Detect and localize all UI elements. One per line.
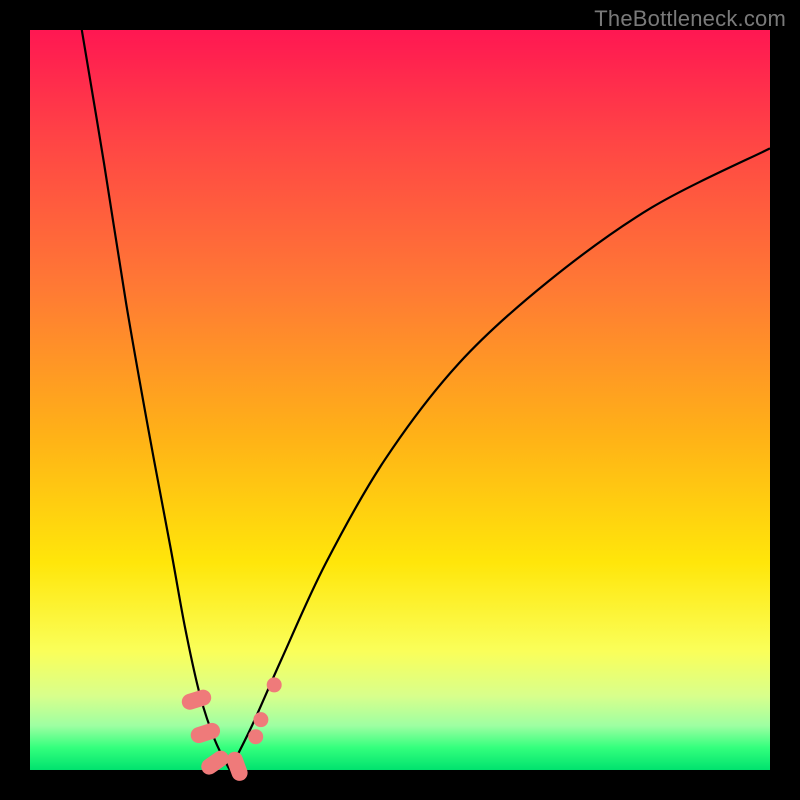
data-point-dot xyxy=(253,712,268,727)
data-point-dot xyxy=(248,729,263,744)
data-point-dot xyxy=(267,677,282,692)
watermark-text: TheBottleneck.com xyxy=(594,6,786,32)
data-point-capsule xyxy=(198,747,232,777)
chart-frame: TheBottleneck.com xyxy=(0,0,800,800)
data-point-capsule xyxy=(189,721,222,745)
curve-right-branch xyxy=(230,148,770,770)
curve-left-branch xyxy=(82,30,230,770)
data-point-capsule xyxy=(180,688,213,712)
curve-layer xyxy=(30,30,770,770)
plot-area xyxy=(30,30,770,770)
